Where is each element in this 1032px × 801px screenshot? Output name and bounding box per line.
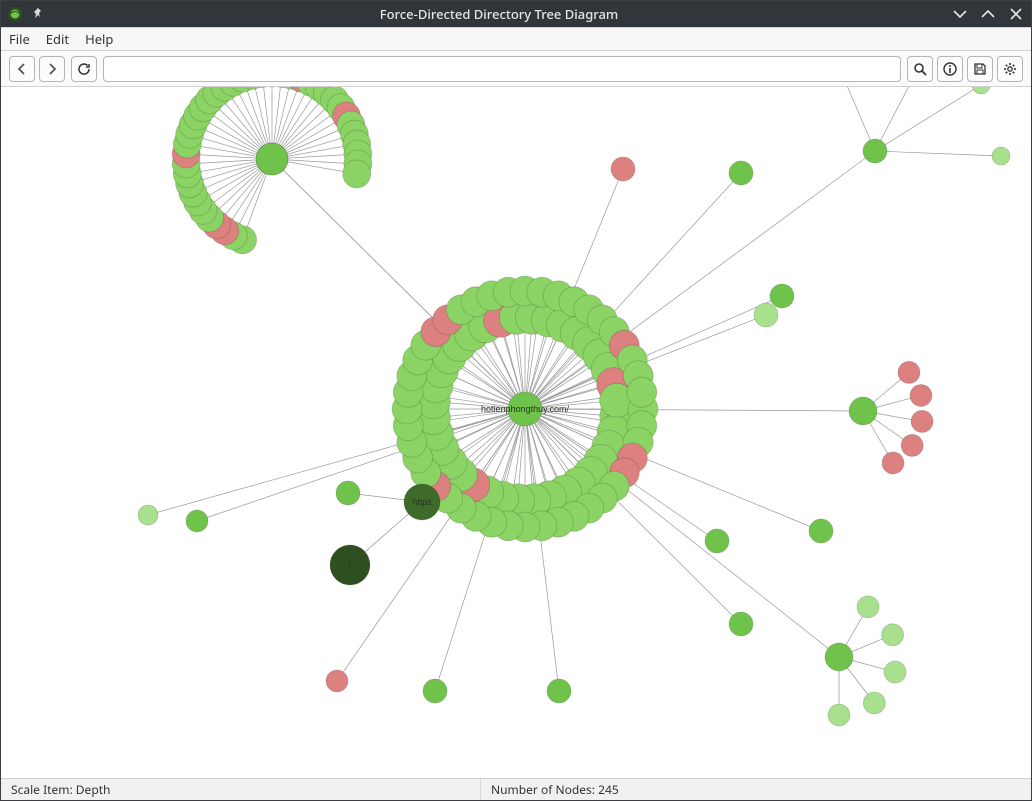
menu-help[interactable]: Help xyxy=(85,30,113,48)
graph-node[interactable] xyxy=(770,284,794,308)
save-button[interactable] xyxy=(967,56,993,82)
graph-node[interactable] xyxy=(863,139,887,163)
graph-node[interactable] xyxy=(884,661,906,683)
graph-node[interactable] xyxy=(911,410,933,432)
search-input[interactable] xyxy=(103,56,901,82)
graph-edge xyxy=(525,409,839,657)
graph-node[interactable] xyxy=(863,692,885,714)
graph-node[interactable] xyxy=(882,452,904,474)
graph-node[interactable] xyxy=(825,643,853,671)
graph-svg[interactable]: https/hotienphongthuy.com/ xyxy=(1,87,1031,778)
graph-node[interactable] xyxy=(828,704,850,726)
graph-node[interactable] xyxy=(627,377,657,407)
search-button[interactable] xyxy=(907,56,933,82)
graph-edge xyxy=(525,409,863,411)
window-maximize-button[interactable] xyxy=(979,5,997,23)
chevron-right-icon xyxy=(46,63,58,75)
graph-node[interactable] xyxy=(705,529,729,553)
graph-node[interactable] xyxy=(508,392,542,426)
graph-node[interactable] xyxy=(882,624,904,646)
graph-node[interactable] xyxy=(611,157,635,181)
graph-node[interactable] xyxy=(404,484,440,520)
graph-node[interactable] xyxy=(729,161,753,185)
app-icon xyxy=(7,6,23,22)
pin-icon[interactable] xyxy=(29,5,47,23)
status-nodes: Number of Nodes: 245 xyxy=(481,779,629,800)
back-button[interactable] xyxy=(9,56,35,82)
graph-node[interactable] xyxy=(423,679,447,703)
app-window: Force-Directed Directory Tree Diagram Fi… xyxy=(0,0,1032,801)
graph-node[interactable] xyxy=(898,361,920,383)
refresh-button[interactable] xyxy=(71,56,97,82)
info-icon xyxy=(943,62,957,76)
info-button[interactable] xyxy=(937,56,963,82)
window-title: Force-Directed Directory Tree Diagram xyxy=(47,5,951,23)
status-nodes-count: 245 xyxy=(598,781,619,798)
graph-node[interactable] xyxy=(910,384,932,406)
graph-node[interactable] xyxy=(754,303,778,327)
statusbar: Scale Item: Depth Number of Nodes: 245 xyxy=(1,778,1031,800)
status-scale: Scale Item: Depth xyxy=(1,779,481,800)
graph-node[interactable] xyxy=(729,612,753,636)
toolbar xyxy=(1,51,1031,87)
graph-edge xyxy=(875,87,981,151)
gear-icon xyxy=(1003,62,1017,76)
menubar: File Edit Help xyxy=(1,27,1031,51)
graph-node[interactable] xyxy=(857,596,879,618)
graph-node[interactable] xyxy=(972,87,990,94)
graph-node[interactable] xyxy=(849,397,877,425)
window-minimize-button[interactable] xyxy=(951,5,969,23)
settings-button[interactable] xyxy=(997,56,1023,82)
menu-edit[interactable]: Edit xyxy=(46,30,69,48)
search-icon xyxy=(913,62,927,76)
graph-edge xyxy=(875,87,942,151)
graph-canvas[interactable]: https/hotienphongthuy.com/ xyxy=(1,87,1031,778)
graph-node[interactable] xyxy=(992,147,1010,165)
graph-node[interactable] xyxy=(138,505,158,525)
graph-edge xyxy=(875,151,1001,156)
titlebar: Force-Directed Directory Tree Diagram xyxy=(1,1,1031,27)
graph-edge xyxy=(525,409,559,691)
graph-node[interactable] xyxy=(343,160,371,188)
chevron-left-icon xyxy=(16,63,28,75)
status-nodes-label: Number of Nodes: xyxy=(491,781,595,798)
graph-node[interactable] xyxy=(326,670,348,692)
window-close-button[interactable] xyxy=(1007,5,1025,23)
graph-node[interactable] xyxy=(809,519,833,543)
graph-node[interactable] xyxy=(186,510,208,532)
graph-node[interactable] xyxy=(901,434,923,456)
menu-file[interactable]: File xyxy=(9,30,30,48)
save-icon xyxy=(973,62,987,76)
forward-button[interactable] xyxy=(39,56,65,82)
graph-node[interactable] xyxy=(256,143,288,175)
graph-node[interactable] xyxy=(330,545,370,585)
graph-node[interactable] xyxy=(336,481,360,505)
graph-node[interactable] xyxy=(547,679,571,703)
refresh-icon xyxy=(77,62,91,76)
